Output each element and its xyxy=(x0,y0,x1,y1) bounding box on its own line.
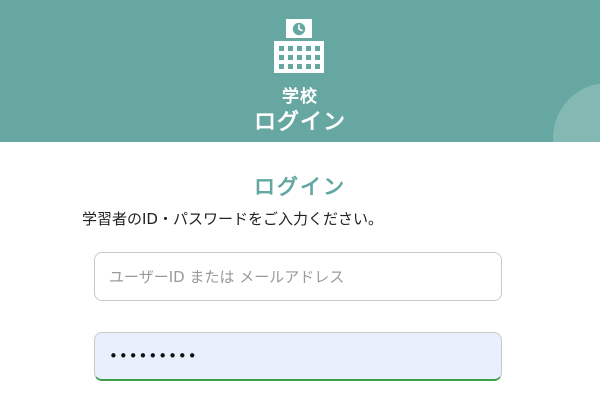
header-banner: 学校 ログイン xyxy=(0,0,600,142)
header-title: ログイン xyxy=(253,110,346,135)
school-building-icon xyxy=(274,19,324,73)
login-instructions: 学習者のID・パスワードをご入力ください。 xyxy=(82,210,383,228)
login-heading: ログイン xyxy=(254,175,346,199)
password-input[interactable] xyxy=(94,332,502,381)
login-screen: 学校 ログイン ログイン 学習者のID・パスワードをご入力ください。 xyxy=(0,0,600,403)
username-input[interactable] xyxy=(94,252,502,301)
